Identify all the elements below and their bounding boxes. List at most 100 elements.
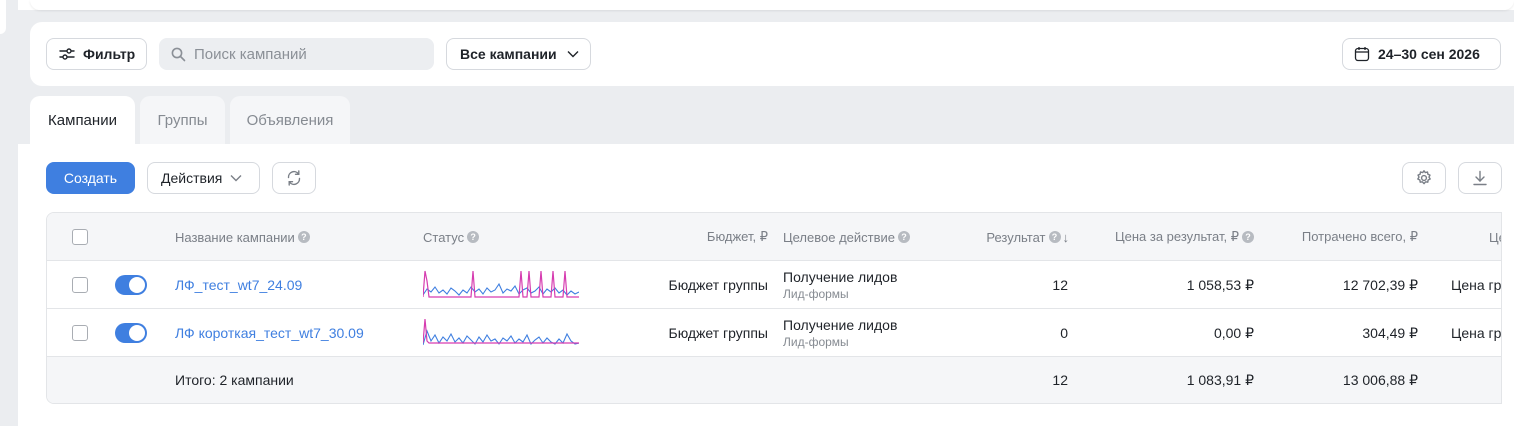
tab-groups[interactable]: Группы [140, 96, 225, 144]
campaign-name-link[interactable]: ЛФ_тест_wt7_24.09 [175, 261, 302, 309]
totals-result: 12 [1052, 372, 1068, 388]
budget-value: Бюджет группы [668, 277, 769, 293]
result-value: 12 [1052, 277, 1068, 293]
spent-value: 12 702,39 ₽ [1342, 276, 1418, 293]
campaign-select[interactable]: Все кампании [446, 38, 591, 70]
campaigns-panel: Создать Действия Название кампании? Стат… [30, 144, 1514, 426]
result-cell: 0 [927, 309, 1068, 357]
header-budget[interactable]: Бюджет, ₽ [607, 213, 768, 261]
header-status[interactable]: Статус? [423, 213, 480, 261]
download-button[interactable] [1458, 162, 1502, 194]
create-button[interactable]: Создать [46, 162, 135, 194]
refresh-icon [287, 170, 301, 186]
search-icon [171, 47, 186, 61]
totals-spent: 13 006,88 ₽ [1342, 371, 1418, 388]
tab-label: Кампании [48, 111, 117, 129]
help-icon[interactable]: ? [467, 231, 480, 243]
campaign-name: ЛФ короткая_тест_wt7_30.09 [175, 325, 364, 341]
budget-cell: Бюджет группы [607, 261, 769, 309]
filter-button[interactable]: Фильтр [46, 38, 147, 70]
table-row[interactable]: ЛФ_тест_wt7_24.09 Бюджет группы Получени… [47, 261, 1501, 309]
row-checkbox[interactable] [72, 325, 88, 341]
filter-bar: Фильтр Все кампании 24–30 сен 2026 [30, 22, 1514, 86]
header-label: Название кампании [175, 229, 295, 245]
settings-button[interactable] [1402, 162, 1446, 194]
status-sparkline [423, 270, 579, 298]
totals-label-cell: Итого: 2 кампании [175, 357, 294, 403]
goal-subtitle: Лид-формы [783, 287, 849, 301]
campaign-name-link[interactable]: ЛФ короткая_тест_wt7_30.09 [175, 309, 364, 357]
create-label: Создать [63, 170, 118, 186]
sidebar-edge [0, 0, 6, 34]
goal-cell: Получение лидов Лид-формы [783, 268, 897, 302]
extra-cell: Цена гр [1451, 309, 1501, 357]
calendar-icon [1354, 47, 1370, 62]
tab-campaigns[interactable]: Кампании [30, 96, 135, 144]
budget-value: Бюджет группы [668, 325, 769, 341]
campaign-toggle[interactable] [115, 323, 147, 343]
campaign-select-value: Все кампании [460, 46, 557, 62]
totals-row: Итого: 2 кампании 12 1 083,91 ₽ 13 006,8… [47, 357, 1501, 403]
header-label: Статус [423, 229, 465, 245]
search-input[interactable] [194, 45, 424, 63]
spent-cell: 12 702,39 ₽ [1267, 261, 1418, 309]
refresh-button[interactable] [272, 162, 316, 194]
header-result[interactable]: Результат? ↓ [927, 213, 1069, 261]
header-label: Целевое действие [783, 229, 895, 245]
header-label: Це [1489, 229, 1501, 245]
header-campaign-name[interactable]: Название кампании? [175, 213, 310, 261]
result-value: 0 [1060, 325, 1068, 341]
goal-title: Получение лидов [783, 317, 898, 333]
top-card-edge [30, 0, 1514, 10]
table-row[interactable]: ЛФ короткая_тест_wt7_30.09 Бюджет группы… [47, 309, 1501, 357]
row-checkbox[interactable] [72, 277, 88, 293]
tab-label: Объявления [246, 111, 334, 129]
chevron-down-icon [230, 175, 242, 182]
header-label: Результат [986, 229, 1046, 245]
tab-label: Группы [157, 111, 208, 129]
header-spent[interactable]: Потрачено всего, ₽ [1267, 213, 1418, 261]
goal-subtitle: Лид-формы [783, 335, 849, 349]
totals-spent-cell: 13 006,88 ₽ [1267, 357, 1418, 403]
status-sparkline [423, 318, 579, 346]
header-goal[interactable]: Целевое действие? [783, 213, 910, 261]
extra-value: Цена гр [1451, 277, 1502, 293]
price-cell: 0,00 ₽ [1077, 309, 1254, 357]
totals-price-cell: 1 083,91 ₽ [1077, 357, 1254, 403]
sliders-icon [59, 48, 75, 60]
date-range-button[interactable]: 24–30 сен 2026 [1342, 38, 1501, 70]
header-extra[interactable]: Це [1489, 213, 1501, 261]
filter-label: Фильтр [83, 46, 136, 62]
sort-down-icon[interactable]: ↓ [1063, 230, 1070, 245]
price-cell: 1 058,53 ₽ [1077, 261, 1254, 309]
spent-value: 304,49 ₽ [1362, 324, 1418, 341]
result-cell: 12 [927, 261, 1068, 309]
actions-label: Действия [161, 170, 223, 186]
budget-cell: Бюджет группы [607, 309, 769, 357]
goal-title: Получение лидов [783, 269, 898, 285]
totals-result-cell: 12 [927, 357, 1068, 403]
price-value: 1 058,53 ₽ [1186, 276, 1254, 293]
chevron-down-icon [567, 51, 579, 58]
help-icon[interactable]: ? [1242, 231, 1254, 243]
campaign-toggle[interactable] [115, 275, 147, 295]
extra-cell: Цена гр [1451, 261, 1501, 309]
totals-price: 1 083,91 ₽ [1186, 371, 1254, 388]
header-label: Бюджет, ₽ [706, 229, 768, 244]
header-label: Цена за результат, ₽ [1115, 229, 1239, 244]
header-price[interactable]: Цена за результат, ₽? [1077, 213, 1254, 261]
select-all-checkbox[interactable] [72, 229, 88, 245]
search-box[interactable] [159, 38, 434, 70]
totals-label: Итого: 2 кампании [175, 372, 294, 388]
gear-icon [1417, 170, 1431, 185]
goal-cell: Получение лидов Лид-формы [783, 316, 897, 350]
date-range-label: 24–30 сен 2026 [1378, 46, 1480, 62]
help-icon[interactable]: ? [1048, 231, 1061, 243]
actions-dropdown[interactable]: Действия [147, 162, 260, 194]
help-icon[interactable]: ? [898, 231, 910, 243]
help-icon[interactable]: ? [297, 231, 310, 243]
left-strip [0, 0, 18, 426]
tab-ads[interactable]: Объявления [230, 96, 350, 144]
download-icon [1473, 170, 1487, 186]
spent-cell: 304,49 ₽ [1267, 309, 1418, 357]
